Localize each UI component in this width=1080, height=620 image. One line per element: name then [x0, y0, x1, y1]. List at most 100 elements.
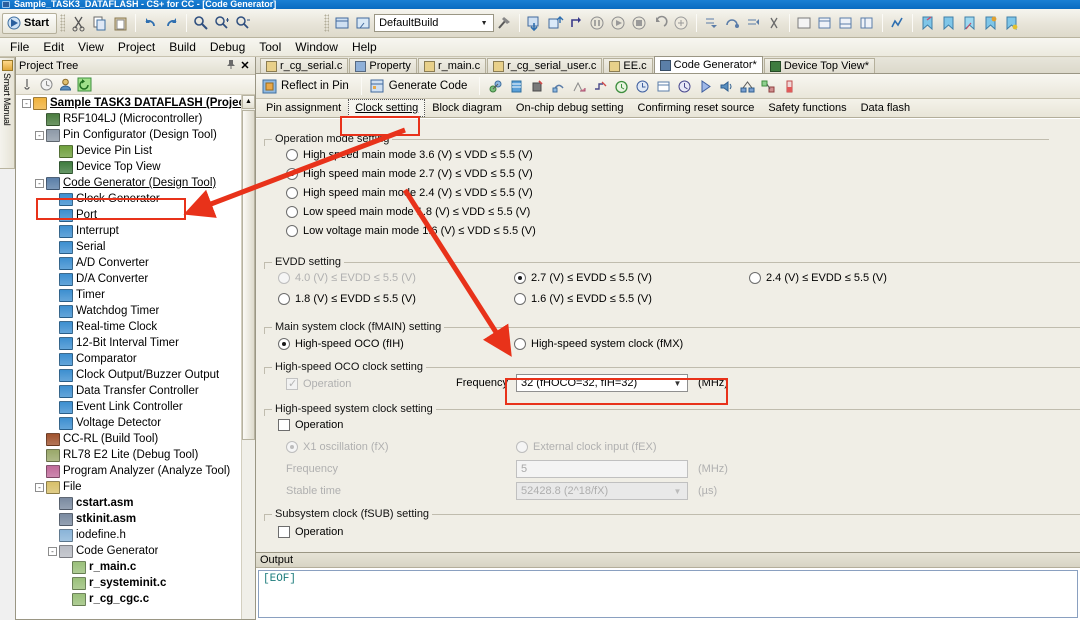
download-icon[interactable]	[525, 14, 544, 33]
hs-operation-row[interactable]: Operation	[278, 415, 343, 434]
ad-converter-icon[interactable]	[572, 79, 587, 94]
operation-mode-option-0[interactable]: High speed main mode 3.6 (V) ≤ VDD ≤ 5.5…	[286, 145, 1049, 164]
da-converter-icon[interactable]	[593, 79, 608, 94]
interrupt-icon[interactable]	[530, 79, 545, 94]
operation-mode-radio-1[interactable]	[286, 167, 298, 180]
comparator-icon[interactable]	[698, 79, 713, 94]
menu-item-file[interactable]: File	[3, 39, 36, 55]
tree-item-interrupt[interactable]: Interrupt	[16, 223, 255, 239]
operation-mode-option-2[interactable]: High speed main mode 2.4 (V) ≤ VDD ≤ 5.5…	[286, 183, 1049, 202]
operation-mode-radio-0[interactable]	[286, 148, 298, 161]
tree-item-event-link-controller[interactable]: Event Link Controller	[16, 399, 255, 415]
data-transfer-icon[interactable]	[740, 79, 755, 94]
tree-item-12-bit-interval-timer[interactable]: 12-Bit Interval Timer	[16, 335, 255, 351]
find-prev-icon[interactable]	[234, 14, 253, 33]
debug-run-icon[interactable]	[609, 14, 628, 33]
tree-item-cstart-asm[interactable]: cstart.asm	[16, 495, 255, 511]
generate-code-button[interactable]: Generate Code	[368, 78, 474, 95]
bookmark-3-icon[interactable]	[960, 14, 979, 33]
tree-item-r-main-c[interactable]: r_main.c	[16, 559, 255, 575]
tree-item-real-time-clock[interactable]: Real-time Clock	[16, 319, 255, 335]
document-tab-property[interactable]: Property	[349, 58, 417, 73]
toolbar-grip-1[interactable]	[60, 14, 66, 32]
call-stack-icon[interactable]	[837, 14, 856, 33]
undo-icon[interactable]	[141, 14, 160, 33]
serial-icon[interactable]	[551, 79, 566, 94]
local-variables-icon[interactable]	[816, 14, 835, 33]
expander-icon[interactable]: -	[22, 98, 31, 108]
tree-item-device-pin-list[interactable]: Device Pin List	[16, 143, 255, 159]
sub-tab-data-flash[interactable]: Data flash	[854, 99, 918, 117]
paste-icon[interactable]	[111, 14, 130, 33]
sub-tab-clock-setting[interactable]: Clock setting	[348, 99, 426, 117]
reflect-in-pin-button[interactable]: Reflect in Pin	[260, 78, 355, 95]
start-button[interactable]: Start	[2, 12, 58, 34]
evdd-radio-0[interactable]	[278, 271, 290, 284]
copy-icon[interactable]	[90, 14, 109, 33]
pin-icon[interactable]	[224, 59, 238, 73]
tree-item-serial[interactable]: Serial	[16, 239, 255, 255]
interval-timer-icon[interactable]	[677, 79, 692, 94]
tree-item-watchdog-timer[interactable]: Watchdog Timer	[16, 303, 255, 319]
menu-item-edit[interactable]: Edit	[36, 39, 71, 55]
clock-icon[interactable]	[39, 77, 54, 92]
find-next-icon[interactable]	[213, 14, 232, 33]
cpu-reset-icon[interactable]	[672, 14, 691, 33]
tree-item-data-transfer-controller[interactable]: Data Transfer Controller	[16, 383, 255, 399]
sub-tab-confirming-reset-source[interactable]: Confirming reset source	[631, 99, 762, 117]
x1-oscillation-radio[interactable]	[286, 440, 298, 453]
subsystem-operation-row[interactable]: Operation	[278, 522, 1080, 541]
tree-item-sample-task3-dataflash-projec[interactable]: - Sample TASK3 DATAFLASH (Projec	[16, 95, 255, 111]
menu-item-build[interactable]: Build	[162, 39, 203, 55]
sub-tab-block-diagram[interactable]: Block diagram	[425, 99, 509, 117]
main-system-clock-radio-1[interactable]	[514, 337, 526, 350]
find-icon[interactable]	[192, 14, 211, 33]
scroll-thumb[interactable]	[242, 110, 255, 440]
evdd-option-3[interactable]: 1.8 (V) ≤ EVDD ≤ 5.5 (V)	[278, 289, 416, 308]
main-system-clock-radio-0[interactable]	[278, 337, 290, 350]
output-panel-body[interactable]: [EOF]	[258, 570, 1078, 618]
operation-mode-option-1[interactable]: High speed main mode 2.7 (V) ≤ VDD ≤ 5.5…	[286, 164, 1049, 183]
document-tab-code-generator[interactable]: Code Generator*	[653, 56, 763, 73]
clock-generator-icon[interactable]	[488, 79, 503, 94]
main-system-clock-option-0[interactable]: High-speed OCO (fIH)	[278, 334, 404, 353]
tree-item-iodefine-h[interactable]: iodefine.h	[16, 527, 255, 543]
step-return-icon[interactable]	[567, 14, 586, 33]
document-tab-r-main-c[interactable]: r_main.c	[417, 58, 487, 73]
tree-item-code-generator[interactable]: - Code Generator	[16, 543, 255, 559]
evdd-option-4[interactable]: 1.6 (V) ≤ EVDD ≤ 5.5 (V)	[514, 289, 652, 308]
hoco-operation-row[interactable]: Operation	[286, 374, 351, 393]
timer-icon[interactable]	[614, 79, 629, 94]
tree-item-d-a-converter[interactable]: D/A Converter	[16, 271, 255, 287]
document-tab-device-top-view[interactable]: Device Top View*	[763, 58, 876, 73]
tree-item-device-top-view[interactable]: Device Top View	[16, 159, 255, 175]
port-icon[interactable]	[509, 79, 524, 94]
tree-item-r-cg-cgc-c[interactable]: r_cg_cgc.c	[16, 591, 255, 607]
expander-icon[interactable]: -	[35, 482, 44, 492]
redo-icon[interactable]	[162, 14, 181, 33]
smart-manual-dock-tab[interactable]: Smart Manual	[0, 57, 15, 169]
tree-item-port[interactable]: Port	[16, 207, 255, 223]
operation-mode-radio-3[interactable]	[286, 205, 298, 218]
tree-item-voltage-detector[interactable]: Voltage Detector	[16, 415, 255, 431]
close-icon[interactable]: ✕	[238, 59, 252, 72]
document-tab-ee-c[interactable]: EE.c	[603, 58, 653, 73]
menu-item-debug[interactable]: Debug	[203, 39, 252, 55]
hoco-frequency-combo[interactable]: 32 (fHOCO=32, fIH=32) ▼	[516, 374, 688, 392]
step-over-icon[interactable]	[723, 14, 742, 33]
bookmark-4-icon[interactable]	[981, 14, 1000, 33]
expander-icon[interactable]: -	[48, 546, 57, 556]
build-project-icon[interactable]	[333, 14, 352, 33]
tree-item-a-d-converter[interactable]: A/D Converter	[16, 255, 255, 271]
buzzer-icon[interactable]	[719, 79, 734, 94]
tree-item-clock-generator[interactable]: Clock Generator	[16, 191, 255, 207]
tree-item-code-generator-design-tool[interactable]: - Code Generator (Design Tool)	[16, 175, 255, 191]
trace-icon[interactable]	[888, 14, 907, 33]
evdd-radio-3[interactable]	[278, 292, 290, 305]
external-clock-row[interactable]: External clock input (fEX)	[516, 437, 657, 456]
realtime-clock-icon[interactable]	[656, 79, 671, 94]
watch-window-icon[interactable]	[795, 14, 814, 33]
menu-item-tool[interactable]: Tool	[252, 39, 288, 55]
expander-icon[interactable]: -	[35, 178, 44, 188]
bookmark-5-icon[interactable]	[1002, 14, 1021, 33]
